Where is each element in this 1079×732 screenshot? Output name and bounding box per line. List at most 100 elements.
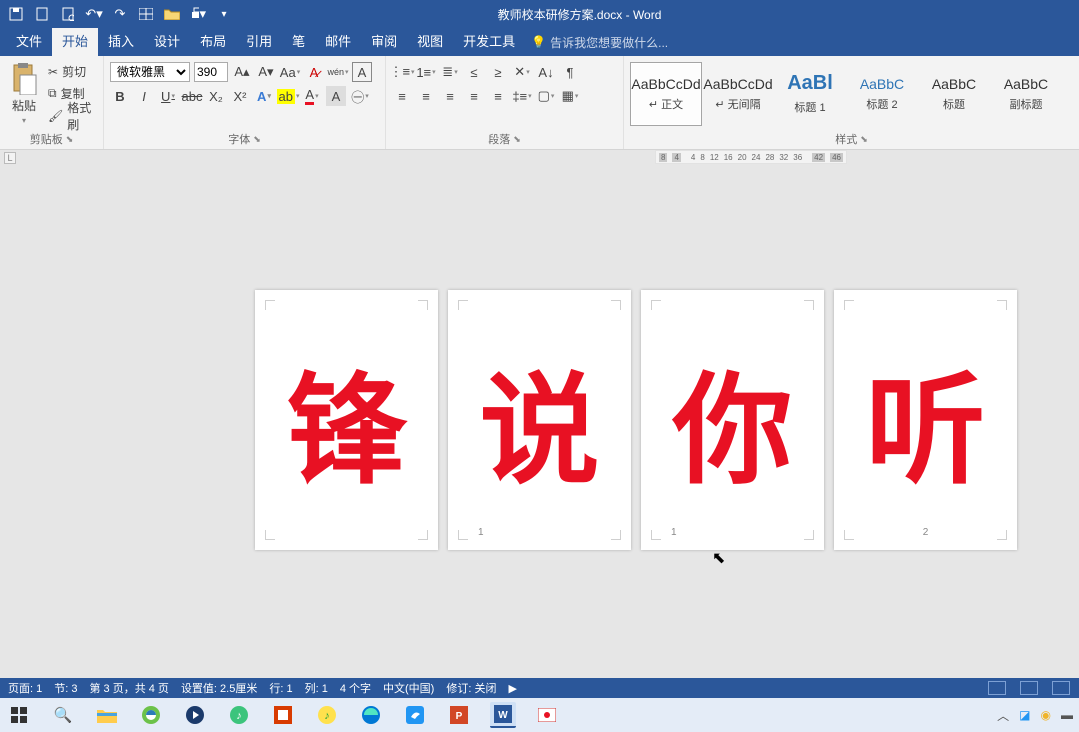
- line-spacing-button[interactable]: ‡≡: [512, 86, 532, 106]
- style-标题 1[interactable]: AaBl标题 1: [774, 62, 846, 126]
- ruler-corner[interactable]: L: [4, 152, 16, 164]
- print-icon[interactable]: ▾: [190, 6, 206, 22]
- office-button[interactable]: [270, 702, 296, 728]
- status-position[interactable]: 设置值: 2.5厘米: [181, 680, 257, 696]
- distribute-button[interactable]: ≡: [488, 86, 508, 106]
- ie-button[interactable]: [138, 702, 164, 728]
- format-painter-button[interactable]: 🖌格式刷: [46, 106, 97, 126]
- italic-button[interactable]: I: [134, 86, 154, 106]
- bold-button[interactable]: B: [110, 86, 130, 106]
- style-↵ 正文[interactable]: AaBbCcDd↵ 正文: [630, 62, 702, 126]
- page[interactable]: 锋: [255, 290, 438, 550]
- tray-battery-icon[interactable]: ▬: [1061, 708, 1073, 722]
- style-↵ 无间隔[interactable]: AaBbCcDd↵ 无间隔: [702, 62, 774, 126]
- borders-button[interactable]: ▦: [560, 86, 580, 106]
- tray-chevron-icon[interactable]: ︿: [997, 707, 1009, 724]
- document-canvas[interactable]: 锋说1你1听2: [0, 165, 1079, 678]
- menu-layout[interactable]: 布局: [190, 28, 236, 56]
- clipboard-dialog-launcher[interactable]: [66, 133, 74, 145]
- status-page[interactable]: 页面: 1: [8, 680, 42, 696]
- change-case-button[interactable]: Aa: [280, 62, 300, 82]
- bird-button[interactable]: [402, 702, 428, 728]
- align-left-button[interactable]: ≡: [392, 86, 412, 106]
- menu-devtools[interactable]: 开发工具: [453, 28, 525, 56]
- view-print-button[interactable]: [1020, 681, 1038, 695]
- qat-customize-icon[interactable]: ▾: [216, 6, 232, 22]
- menu-references[interactable]: 引用: [236, 28, 282, 56]
- menu-home[interactable]: 开始: [52, 28, 98, 56]
- strike-button[interactable]: abc: [182, 86, 202, 106]
- table-icon[interactable]: [138, 6, 154, 22]
- asian-layout-button[interactable]: ✕: [512, 62, 532, 82]
- char-shading-button[interactable]: A: [326, 86, 346, 106]
- shrink-font-button[interactable]: A▾: [256, 62, 276, 82]
- superscript-button[interactable]: X²: [230, 86, 250, 106]
- font-size-input[interactable]: [194, 62, 228, 82]
- bullets-button[interactable]: ⋮≡: [392, 62, 412, 82]
- text-effects-button[interactable]: A: [254, 86, 274, 106]
- menu-mail[interactable]: 邮件: [315, 28, 361, 56]
- show-marks-button[interactable]: ¶: [560, 62, 580, 82]
- align-center-button[interactable]: ≡: [416, 86, 436, 106]
- font-name-select[interactable]: 微软雅黑: [110, 62, 190, 82]
- page[interactable]: 你1: [641, 290, 824, 550]
- justify-button[interactable]: ≡: [464, 86, 484, 106]
- font-dialog-launcher[interactable]: [253, 133, 261, 145]
- page[interactable]: 听2: [834, 290, 1017, 550]
- horizontal-ruler[interactable]: 8448121620242832364246: [655, 150, 847, 164]
- redo-icon[interactable]: ↷: [112, 6, 128, 22]
- style-标题 2[interactable]: AaBbC标题 2: [846, 62, 918, 126]
- start-button[interactable]: [6, 702, 32, 728]
- save-icon[interactable]: [8, 6, 24, 22]
- paste-button[interactable]: 粘贴 ▾: [6, 61, 42, 127]
- status-pages[interactable]: 第 3 页，共 4 页: [89, 680, 168, 696]
- paragraph-dialog-launcher[interactable]: [513, 133, 521, 145]
- new-icon[interactable]: [34, 6, 50, 22]
- search-button[interactable]: 🔍: [50, 702, 76, 728]
- tell-me-search[interactable]: 💡 告诉我您想要做什么...: [531, 34, 668, 51]
- decrease-indent-button[interactable]: ≤: [464, 62, 484, 82]
- tray-app1-icon[interactable]: ◪: [1019, 708, 1030, 722]
- phonetic-guide-button[interactable]: wén: [328, 62, 348, 82]
- grow-font-button[interactable]: A▴: [232, 62, 252, 82]
- menu-view[interactable]: 视图: [407, 28, 453, 56]
- qqmusic-button[interactable]: ♪: [314, 702, 340, 728]
- edge-button[interactable]: [358, 702, 384, 728]
- align-right-button[interactable]: ≡: [440, 86, 460, 106]
- highlight-button[interactable]: ab: [278, 86, 298, 106]
- status-chars[interactable]: 4 个字: [340, 680, 371, 696]
- status-line[interactable]: 行: 1: [269, 680, 292, 696]
- view-web-button[interactable]: [1052, 681, 1070, 695]
- cut-button[interactable]: ✂剪切: [46, 62, 97, 82]
- open-icon[interactable]: [60, 6, 76, 22]
- clear-format-button[interactable]: A̷: [304, 62, 324, 82]
- font-color-button[interactable]: A: [302, 86, 322, 106]
- macro-icon[interactable]: ▶: [508, 682, 516, 695]
- menu-review[interactable]: 审阅: [361, 28, 407, 56]
- subscript-button[interactable]: X₂: [206, 86, 226, 106]
- char-border-button[interactable]: A: [352, 62, 372, 82]
- shading-button[interactable]: ▢: [536, 86, 556, 106]
- menu-file[interactable]: 文件: [6, 28, 52, 56]
- sort-button[interactable]: A↓: [536, 62, 556, 82]
- tray-app2-icon[interactable]: ◉: [1041, 708, 1051, 722]
- style-副标题[interactable]: AaBbC副标题: [990, 62, 1062, 126]
- underline-button[interactable]: U: [158, 86, 178, 106]
- increase-indent-button[interactable]: ≥: [488, 62, 508, 82]
- system-tray[interactable]: ︿ ◪ ◉ ▬: [997, 707, 1073, 724]
- music-button[interactable]: ♪: [226, 702, 252, 728]
- media-button[interactable]: [182, 702, 208, 728]
- enclose-char-button[interactable]: ㊀: [350, 86, 370, 106]
- status-col[interactable]: 列: 1: [305, 680, 328, 696]
- explorer-button[interactable]: [94, 702, 120, 728]
- style-标题[interactable]: AaBbC标题: [918, 62, 990, 126]
- undo-icon[interactable]: ↶▾: [86, 6, 102, 22]
- status-section[interactable]: 节: 3: [54, 680, 77, 696]
- status-track[interactable]: 修订: 关闭: [446, 680, 496, 696]
- menu-insert[interactable]: 插入: [98, 28, 144, 56]
- folder-icon[interactable]: [164, 6, 180, 22]
- multilevel-button[interactable]: ≣: [440, 62, 460, 82]
- numbering-button[interactable]: 1≡: [416, 62, 436, 82]
- menu-pen[interactable]: 笔: [282, 28, 315, 56]
- page[interactable]: 说1: [448, 290, 631, 550]
